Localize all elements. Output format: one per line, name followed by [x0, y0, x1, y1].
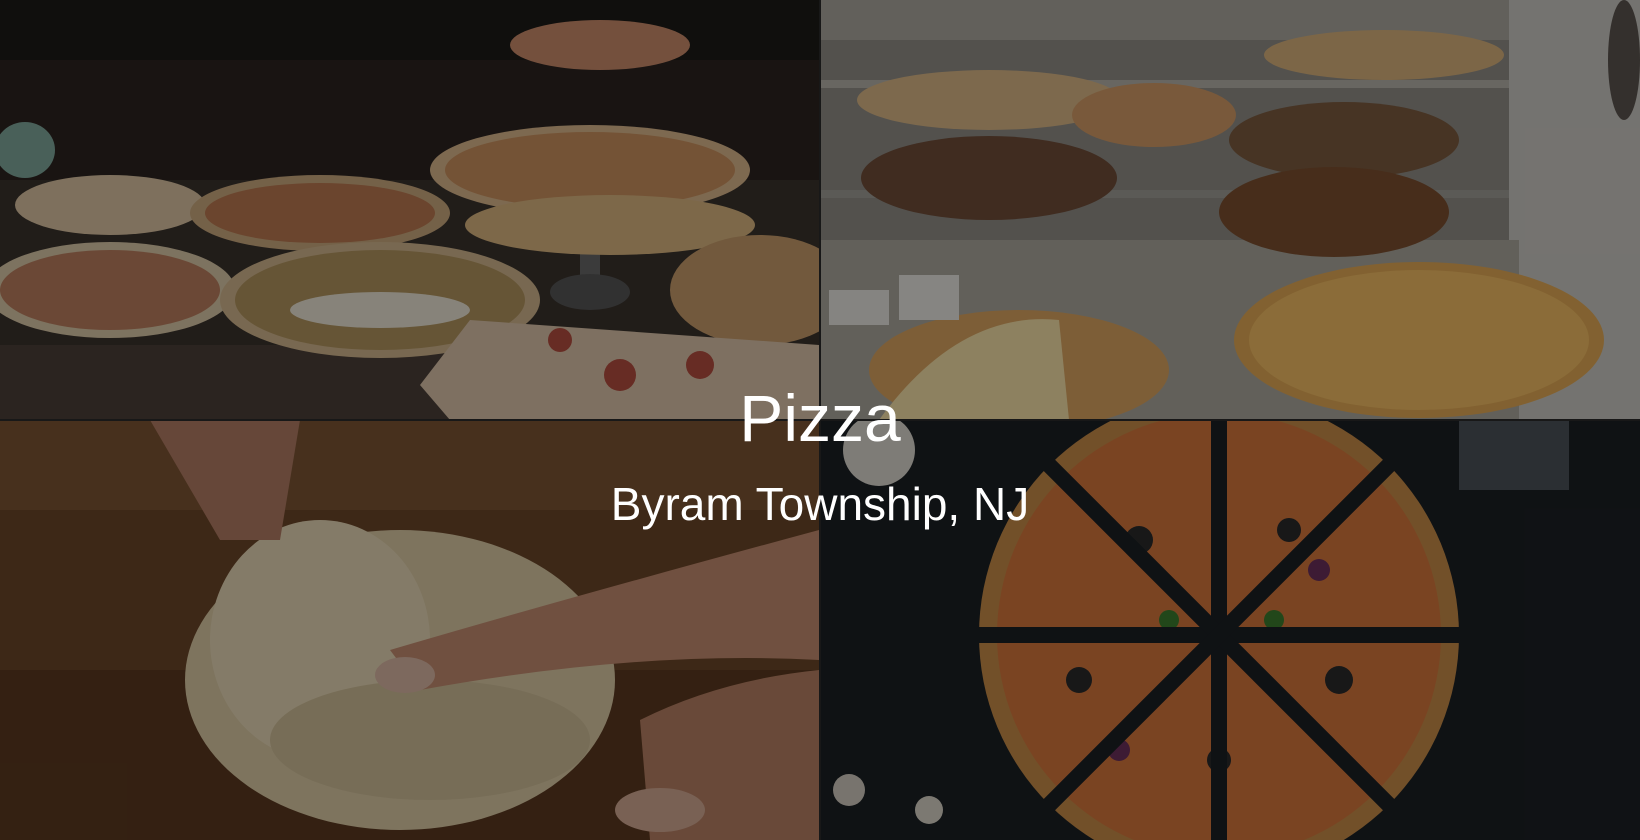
hero-subtitle: Byram Township, NJ	[610, 478, 1030, 530]
hero-title: Pizza	[739, 381, 901, 455]
